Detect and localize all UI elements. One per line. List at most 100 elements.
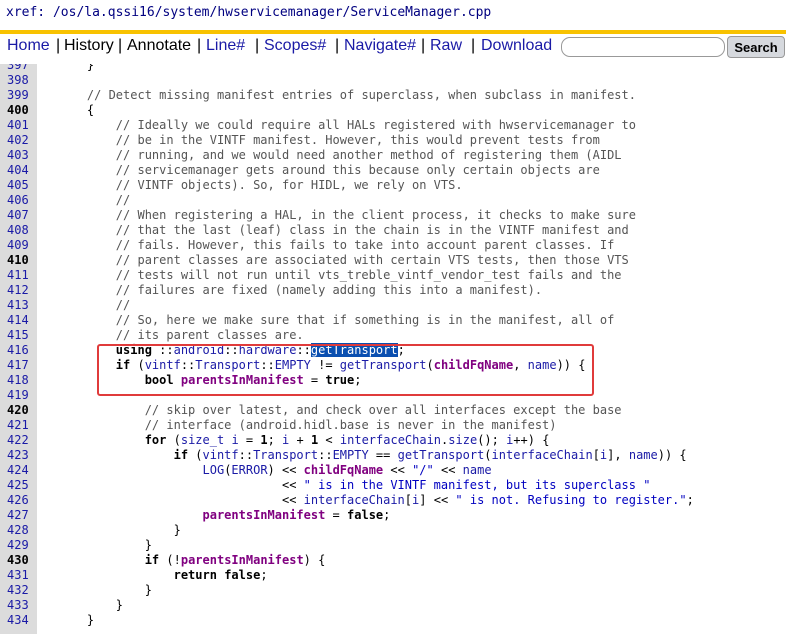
- code-identifier[interactable]: name: [629, 448, 658, 462]
- search-input[interactable]: [561, 37, 725, 57]
- code-identifier[interactable]: i: [282, 433, 289, 447]
- line-number[interactable]: 416: [7, 343, 33, 358]
- code-text: }: [58, 538, 152, 552]
- line-number[interactable]: 411: [7, 268, 33, 283]
- nav-download-link[interactable]: Download: [481, 37, 552, 55]
- code-identifier[interactable]: name: [528, 358, 557, 372]
- code-identifier[interactable]: childFqName: [434, 358, 513, 372]
- code-identifier[interactable]: Transport: [195, 358, 260, 372]
- code-keyword: false: [224, 568, 261, 582]
- line-number[interactable]: 406: [7, 193, 33, 208]
- line-number[interactable]: 403: [7, 148, 33, 163]
- code-identifier[interactable]: parentsInManifest: [203, 508, 326, 522]
- nav-navigate-link[interactable]: Navigate#: [344, 37, 416, 55]
- code-identifier[interactable]: interfaceChain: [304, 493, 405, 507]
- code-keyword: if: [173, 448, 189, 462]
- code-identifier[interactable]: parentsInManifest: [181, 373, 304, 387]
- code-identifier[interactable]: getTransport: [398, 448, 485, 462]
- line-number[interactable]: 431: [7, 568, 33, 583]
- line-number[interactable]: 434: [7, 613, 33, 628]
- code-identifier[interactable]: getTransport: [340, 358, 427, 372]
- code-identifier[interactable]: LOG: [203, 463, 225, 477]
- code-identifier[interactable]: vintf: [203, 448, 239, 462]
- code-text: << interfaceChain[i] << " is not. Refusi…: [58, 493, 694, 507]
- nav-history-link[interactable]: History: [64, 37, 114, 55]
- line-number[interactable]: 425: [7, 478, 33, 493]
- line-number[interactable]: 429: [7, 538, 33, 553]
- nav-annotate-link[interactable]: Annotate: [127, 37, 191, 55]
- line-number[interactable]: 404: [7, 163, 33, 178]
- line-number[interactable]: 409: [7, 238, 33, 253]
- nav-line-link[interactable]: Line#: [206, 37, 245, 55]
- code-text: // running, and we would need another me…: [58, 148, 622, 163]
- code-identifier[interactable]: i: [600, 448, 607, 462]
- code-identifier[interactable]: vintf: [145, 358, 181, 372]
- code-identifier[interactable]: EMPTY: [333, 448, 369, 462]
- line-number[interactable]: 407: [7, 208, 33, 223]
- line-number[interactable]: 413: [7, 298, 33, 313]
- line-number[interactable]: 414: [7, 313, 33, 328]
- code-identifier[interactable]: size_t: [181, 433, 224, 447]
- nav-home-link[interactable]: Home: [7, 37, 50, 55]
- breadcrumb[interactable]: xref: /os/la.qssi16/system/hwservicemana…: [6, 5, 491, 20]
- line-number[interactable]: 400: [7, 103, 33, 118]
- code-line: 426 << interfaceChain[i] << " is not. Re…: [0, 493, 786, 508]
- line-number[interactable]: 426: [7, 493, 33, 508]
- code-text: // skip over latest, and check over all …: [58, 403, 622, 418]
- code-text: // servicemanager gets around this becau…: [58, 163, 600, 178]
- code-text: //: [58, 193, 130, 208]
- line-number[interactable]: 417: [7, 358, 33, 373]
- code-line: 405 // VINTF objects). So, for HIDL, we …: [0, 178, 786, 193]
- nav-separator: |: [335, 37, 340, 54]
- line-number[interactable]: 428: [7, 523, 33, 538]
- code-text: // When registering a HAL, in the client…: [58, 208, 636, 223]
- line-number[interactable]: 422: [7, 433, 33, 448]
- code-identifier[interactable]: i: [506, 433, 513, 447]
- line-number[interactable]: 408: [7, 223, 33, 238]
- line-number[interactable]: 433: [7, 598, 33, 613]
- code-identifier[interactable]: ERROR: [231, 463, 267, 477]
- line-number[interactable]: 410: [7, 253, 33, 268]
- code-keyword: 1: [260, 433, 268, 447]
- code-text: }: [58, 523, 181, 537]
- nav-raw-link[interactable]: Raw: [430, 37, 462, 55]
- code-identifier[interactable]: i: [231, 433, 238, 447]
- line-number[interactable]: 405: [7, 178, 33, 193]
- line-number[interactable]: 418: [7, 373, 33, 388]
- line-number[interactable]: 419: [7, 388, 33, 403]
- line-number[interactable]: 415: [7, 328, 33, 343]
- line-number[interactable]: 424: [7, 463, 33, 478]
- code-identifier[interactable]: Transport: [253, 448, 318, 462]
- search-highlight[interactable]: getTransport: [310, 343, 398, 357]
- code-line: 399 // Detect missing manifest entries o…: [0, 88, 786, 103]
- line-number[interactable]: 432: [7, 583, 33, 598]
- line-number[interactable]: 423: [7, 448, 33, 463]
- code-identifier[interactable]: i: [412, 493, 419, 507]
- code-line: 429 }: [0, 538, 786, 553]
- code-identifier[interactable]: parentsInManifest: [181, 553, 304, 567]
- line-number[interactable]: 397: [7, 64, 33, 73]
- line-number[interactable]: 402: [7, 133, 33, 148]
- line-number[interactable]: 401: [7, 118, 33, 133]
- code-identifier[interactable]: childFqName: [304, 463, 383, 477]
- line-number[interactable]: 430: [7, 553, 33, 568]
- line-number[interactable]: 427: [7, 508, 33, 523]
- code-comment: //: [115, 298, 131, 312]
- code-identifier[interactable]: interfaceChain: [492, 448, 593, 462]
- line-number[interactable]: 421: [7, 418, 33, 433]
- code-identifier[interactable]: interfaceChain: [340, 433, 441, 447]
- code-identifier[interactable]: android: [174, 343, 225, 357]
- code-comment: // that the last (leaf) class in the cha…: [115, 223, 629, 237]
- code-identifier[interactable]: size: [448, 433, 477, 447]
- search-button[interactable]: Search: [727, 36, 785, 58]
- code-identifier[interactable]: EMPTY: [275, 358, 311, 372]
- line-number[interactable]: 399: [7, 88, 33, 103]
- line-number[interactable]: 398: [7, 73, 33, 88]
- code-line: 418 bool parentsInManifest = true;: [0, 373, 786, 388]
- nav-scopes-link[interactable]: Scopes#: [264, 37, 326, 55]
- code-line: 432 }: [0, 583, 786, 598]
- code-identifier[interactable]: name: [463, 463, 492, 477]
- line-number[interactable]: 420: [7, 403, 33, 418]
- line-number[interactable]: 412: [7, 283, 33, 298]
- code-identifier[interactable]: hardware: [239, 343, 297, 357]
